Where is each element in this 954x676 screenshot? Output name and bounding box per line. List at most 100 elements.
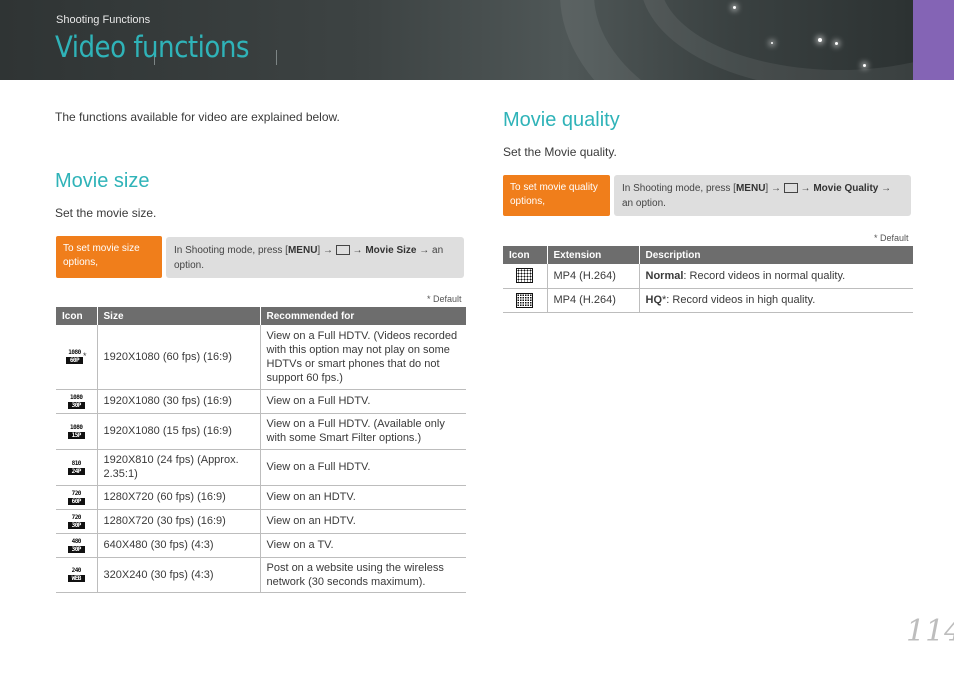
table-row: MP4 (H.264) HQ*: Record videos in high qu… — [503, 288, 913, 313]
movie-size-subtitle: Set the movie size. — [55, 206, 157, 220]
movie-quality-subtitle: Set the Movie quality. — [503, 145, 617, 159]
movie-size-icon: 1080 15P — [67, 423, 85, 439]
icon-cell — [503, 288, 547, 313]
movie-size-icon: 1080 30P — [67, 394, 85, 409]
icon-framerate: 30P — [67, 545, 85, 553]
banner-sparkle — [863, 64, 866, 67]
step-text: In Shooting mode, press [ — [174, 245, 288, 256]
movie-size-icon: 720 30P — [67, 513, 85, 529]
size-cell: 1920X1080 (30 fps) (16:9) — [96, 389, 260, 414]
step-text: ] → — [765, 183, 784, 194]
icon-cell: 810 24P — [56, 449, 97, 486]
banner-sparkle — [835, 42, 838, 45]
banner-divider — [276, 50, 277, 65]
icon-cell — [503, 264, 547, 289]
description-cell: HQ*: Record videos in high quality. — [638, 288, 913, 313]
column-header: Icon — [503, 246, 547, 264]
default-note: * Default — [427, 294, 462, 304]
table-row: 240 WEB 320X240 (30 fps) (4:3) Post on a we… — [56, 557, 466, 593]
icon-cell: 1080 15P — [56, 413, 97, 450]
step-text: → — [349, 245, 366, 256]
icon-resolution: 810 — [71, 459, 82, 467]
table-row: 1080 60P * 1920X1080 (60 fps) (16:9) View on… — [56, 325, 466, 390]
page-title: Video functions — [55, 30, 250, 64]
table-row: 810 24P 1920X810 (24 fps) (Approx. 2.35:1)… — [56, 449, 466, 486]
icon-framerate: WEB — [67, 575, 85, 582]
icon-framerate: 30P — [67, 401, 85, 409]
movie-size-icon: 720 60P — [67, 489, 85, 505]
size-cell: 1280X720 (30 fps) (16:9) — [96, 509, 260, 534]
quality-description: *: Record videos in high quality. — [662, 294, 816, 306]
column-header: Recommended for — [259, 307, 466, 325]
recommended-cell: View on a Full HDTV. (Videos recorded wi… — [259, 325, 466, 390]
description-cell: Normal: Record videos in normal quality. — [638, 264, 913, 289]
icon-resolution: 720 — [71, 489, 82, 497]
table-header-row: Icon Extension Description — [503, 246, 913, 264]
icon-cell: 480 30P — [56, 533, 97, 558]
step-option: Movie Quality — [813, 183, 879, 194]
chapter-tab[interactable] — [913, 0, 954, 80]
icon-resolution: 720 — [71, 513, 82, 521]
movie-size-icon: 810 24P — [67, 459, 85, 475]
size-cell: 1920X1080 (60 fps) (16:9) — [96, 325, 260, 390]
table-row: 1080 30P 1920X1080 (30 fps) (16:9) View on … — [56, 389, 466, 414]
step-text: In Shooting mode, press [ — [622, 183, 736, 194]
default-note: * Default — [874, 233, 909, 243]
quality-name: HQ — [645, 294, 663, 306]
column-header: Icon — [56, 307, 97, 325]
page-number: 114 — [906, 614, 954, 649]
icon-cell: 240 WEB — [56, 557, 97, 593]
size-cell: 320X240 (30 fps) (4:3) — [96, 557, 260, 593]
movie-size-icon: 240 WEB — [67, 567, 85, 582]
video-menu-icon — [783, 183, 798, 194]
chapter-label: Shooting Functions — [56, 14, 151, 26]
column-header: Description — [638, 246, 913, 264]
icon-resolution: 480 — [71, 537, 82, 545]
movie-quality-heading: Movie quality — [503, 109, 620, 131]
recommended-cell: View on a Full HDTV. (Available only wit… — [259, 413, 466, 450]
recommended-cell: View on an HDTV. — [259, 485, 466, 510]
movie-size-step-label: To set movie size options, — [56, 236, 162, 278]
icon-framerate: 30P — [67, 521, 85, 529]
icon-framerate: 60P — [65, 357, 83, 365]
recommended-cell: View on a Full HDTV. — [259, 449, 466, 486]
movie-size-heading: Movie size — [55, 170, 150, 192]
column-header: Size — [96, 307, 260, 325]
banner-sparkle — [771, 42, 773, 44]
size-cell: 1280X720 (60 fps) (16:9) — [96, 485, 260, 510]
icon-cell: 720 30P — [56, 509, 97, 534]
table-row: 480 30P 640X480 (30 fps) (4:3) View on a TV… — [56, 533, 466, 558]
step-text: → — [797, 183, 814, 194]
table-row: 720 60P 1280X720 (60 fps) (16:9) View on an… — [56, 485, 466, 510]
movie-quality-step-instructions: In Shooting mode, press [MENU] → → Movie… — [614, 175, 911, 216]
default-marker: * — [82, 351, 87, 362]
column-header: Extension — [546, 246, 639, 264]
step-option: Movie Size — [365, 245, 417, 256]
normal-quality-icon — [516, 268, 534, 284]
size-cell: 1920X1080 (15 fps) (16:9) — [96, 413, 260, 450]
recommended-cell: Post on a website using the wireless net… — [259, 557, 466, 593]
extension-cell: MP4 (H.264) — [546, 288, 639, 313]
table-row: 1080 15P 1920X1080 (15 fps) (16:9) View on … — [56, 413, 466, 450]
icon-cell: 1080 30P — [56, 389, 97, 414]
step-text: ] → — [317, 245, 336, 256]
icon-resolution: 1080 — [70, 423, 83, 431]
icon-cell: 720 60P — [56, 485, 97, 510]
icon-framerate: 24P — [67, 467, 85, 475]
table-row: MP4 (H.264) Normal: Record videos in norm… — [503, 264, 913, 289]
movie-quality-table: Icon Extension Description MP4 (H.264) No… — [503, 246, 913, 313]
table-header-row: Icon Size Recommended for — [56, 307, 466, 325]
banner-sparkle — [818, 38, 822, 42]
menu-key: MENU — [287, 245, 318, 256]
recommended-cell: View on a Full HDTV. — [259, 389, 466, 414]
icon-framerate: 15P — [67, 431, 85, 439]
movie-size-step-instructions: In Shooting mode, press [MENU] → → Movie… — [166, 237, 464, 278]
movie-size-icon: 1080 60P — [65, 349, 83, 365]
size-cell: 640X480 (30 fps) (4:3) — [96, 533, 260, 558]
icon-resolution: 1080 — [68, 349, 81, 357]
movie-size-icon: 480 30P — [67, 537, 85, 553]
menu-key: MENU — [735, 183, 766, 194]
movie-size-table: Icon Size Recommended for 1080 60P * 1920X1… — [56, 307, 466, 593]
recommended-cell: View on a TV. — [259, 533, 466, 558]
icon-cell: 1080 60P * — [56, 325, 97, 390]
